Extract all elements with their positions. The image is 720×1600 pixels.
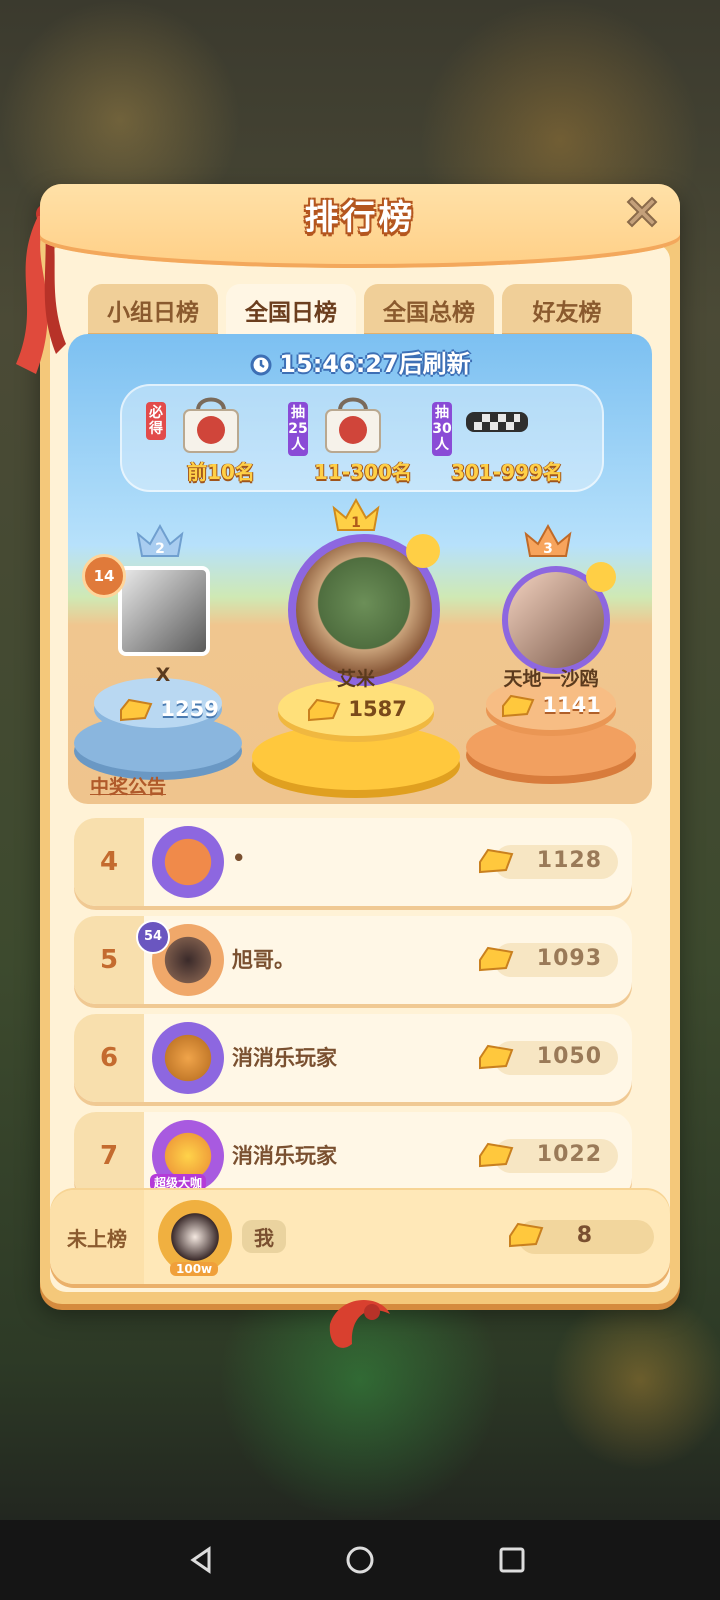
tote-bag-icon (183, 397, 239, 453)
tote-bag-icon (325, 397, 381, 453)
gold-bar-icon (479, 1142, 514, 1168)
home-circle-icon (346, 1546, 374, 1574)
rank-row[interactable]: 7 超级大咖 消消乐玩家 1022 (74, 1112, 632, 1200)
podium-score-value: 1587 (348, 697, 407, 721)
crown-bronze-icon: 3 (524, 523, 572, 557)
rank-number: 5 (74, 916, 144, 1004)
gold-bar-icon (120, 698, 153, 722)
avatar (152, 826, 224, 898)
tab-group-daily[interactable]: 小组日榜 (88, 284, 218, 336)
podium-score: 1259 (98, 696, 238, 724)
recent-square-icon (499, 1547, 525, 1573)
rank-row[interactable]: 4 • 1128 (74, 818, 632, 906)
page-title: 排行榜 (304, 198, 416, 238)
nav-home-button[interactable] (338, 1538, 382, 1582)
leaderboard-tabs: 小组日榜 全国日榜 全国总榜 好友榜 (88, 284, 632, 336)
prize-tag: 抽25人 (288, 402, 308, 456)
rank-row[interactable]: 5 54 旭哥。 1093 (74, 916, 632, 1004)
coin-icon (406, 534, 440, 568)
leaderboard-panel: 排行榜 小组日榜 全国日榜 全国总榜 好友榜 15:46:27后刷新 必得 前1… (16, 184, 680, 1348)
panel-header: 排行榜 (40, 184, 680, 268)
rank-number: 4 (74, 818, 144, 906)
tab-friends[interactable]: 好友榜 (502, 284, 632, 336)
my-name: 我 (242, 1220, 286, 1253)
gold-bar-icon (479, 1044, 514, 1070)
podium-name: 天地一沙鸥 (503, 668, 599, 690)
nav-back-button[interactable] (180, 1538, 224, 1582)
refresh-suffix: 后刷新 (398, 350, 471, 378)
tab-national-total[interactable]: 全国总榜 (364, 284, 494, 336)
score-value: 1022 (536, 1142, 602, 1167)
score-value: 1093 (536, 946, 602, 971)
clock-icon (250, 354, 272, 376)
prize-top10[interactable]: 必得 前10名 (146, 392, 296, 488)
prize-11-300[interactable]: 抽25人 11-300名 (288, 392, 438, 488)
player-name: 消消乐玩家 (232, 1144, 337, 1168)
close-icon[interactable] (620, 190, 664, 234)
my-score: 8 (576, 1223, 592, 1248)
avatar (118, 566, 210, 656)
podium-score-value: 1259 (160, 697, 219, 721)
system-nav-bar (0, 1520, 720, 1600)
winner-notice-link[interactable]: 中奖公告 (90, 772, 166, 799)
super-badge: 超级大咖 (150, 1174, 207, 1191)
coin-icon (586, 562, 616, 592)
waist-bag-icon (466, 412, 528, 432)
gold-bar-icon (502, 694, 535, 718)
player-name: • (232, 846, 246, 870)
refresh-time: 15:46:27 (279, 350, 399, 378)
gold-bar-icon (308, 698, 341, 722)
ribbon-decoration-bottom (329, 1300, 390, 1348)
prize-range: 11-300名 (314, 460, 412, 484)
podium-name: X (155, 664, 171, 686)
podium-rank-number: 2 (155, 541, 165, 557)
rank-number: 7 (74, 1112, 144, 1200)
prize-range: 301-999名 (451, 460, 563, 484)
gold-bar-icon (479, 848, 514, 874)
back-triangle-icon (190, 1546, 211, 1574)
podium-score: 1141 (480, 692, 620, 720)
podium-score-value: 1141 (542, 693, 601, 717)
player-name: 消消乐玩家 (232, 1046, 337, 1070)
podium-rank-number: 1 (351, 515, 361, 531)
avatar (152, 1022, 224, 1094)
prize-tag: 必得 (146, 402, 166, 440)
podium-score: 1587 (286, 696, 426, 724)
gold-bar-icon (479, 946, 514, 972)
nav-recent-button[interactable] (490, 1538, 534, 1582)
podium-rank-number: 3 (543, 541, 553, 557)
prize-range: 前10名 (187, 460, 255, 484)
rank-number: 6 (74, 1014, 144, 1102)
gold-bar-icon (509, 1222, 544, 1248)
crown-silver-icon: 2 (136, 523, 184, 557)
prize-box: 必得 前10名 抽25人 11-300名 抽30人 301-999名 (120, 384, 604, 492)
my-rank-status: 未上榜 (50, 1190, 144, 1284)
level-badge: 54 (136, 920, 170, 954)
prize-tag: 抽30人 (432, 402, 452, 456)
tab-national-daily[interactable]: 全国日榜 (226, 284, 356, 336)
refresh-countdown: 15:46:27后刷新 (68, 344, 652, 379)
score-value: 1128 (536, 848, 602, 873)
crown-gold-icon: 1 (332, 497, 380, 531)
score-value: 1050 (536, 1044, 602, 1069)
rank-row[interactable]: 6 消消乐玩家 1050 (74, 1014, 632, 1102)
podium-stage: 15:46:27后刷新 必得 前10名 抽25人 11-300名 抽30人 30… (68, 334, 652, 804)
podium-name: 艾米 (336, 668, 375, 690)
player-name: 旭哥。 (232, 948, 295, 972)
my-badge: 100w (170, 1262, 219, 1276)
my-rank-row[interactable]: 未上榜 100w 我 8 (50, 1190, 670, 1284)
prize-301-999[interactable]: 抽30人 301-999名 (432, 392, 582, 488)
level-badge: 14 (82, 554, 126, 598)
